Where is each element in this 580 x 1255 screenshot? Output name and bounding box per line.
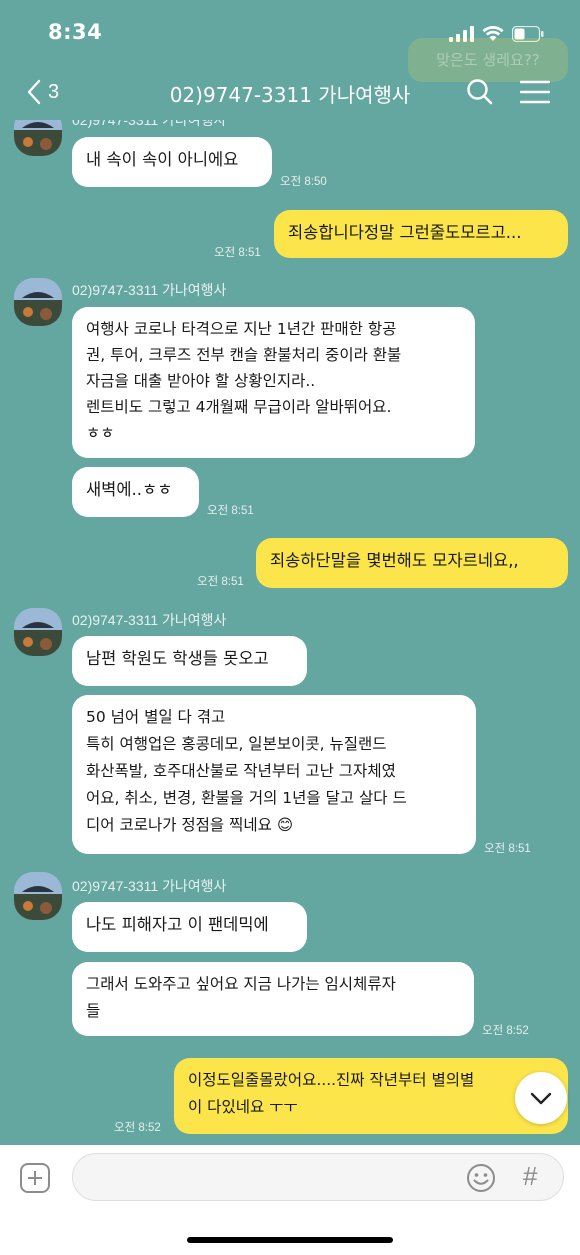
avatar-image <box>14 120 62 156</box>
message-input[interactable]: # <box>72 1153 564 1201</box>
message-bubble[interactable]: 50 넘어 별일 다 겪고 특히 여행업은 홍콩데모, 일본보이콧, 뉴질랜드 … <box>72 695 476 854</box>
message-time: 오전 8:52 <box>482 1025 529 1037</box>
message-time: 오전 8:51 <box>214 247 261 259</box>
message-time: 오전 8:51 <box>197 576 244 588</box>
sender-name: 02)9747-3311 가나여행사 <box>72 612 227 628</box>
chat-header: 3 02)9747-3311 가나여행사 <box>0 66 580 120</box>
hashtag-icon[interactable]: # <box>523 1161 537 1192</box>
status-time: 8:34 <box>48 20 103 44</box>
message-bubble[interactable]: 남편 학원도 학생들 못오고 <box>72 636 307 686</box>
message-bubble[interactable]: 새벽에..ㅎㅎ <box>72 467 199 517</box>
message-time: 오전 8:50 <box>280 176 327 188</box>
avatar[interactable] <box>14 608 62 656</box>
avatar[interactable] <box>14 872 62 920</box>
chevron-down-icon <box>530 1092 552 1105</box>
my-message-bubble[interactable]: 이정도일줄몰랐어요....진짜 작년부터 별의별 이 다있네요 ㅜㅜ <box>174 1058 568 1134</box>
my-message-bubble[interactable]: 죄송합니다정말 그런줄도모르고... <box>274 210 568 258</box>
my-message-bubble[interactable]: 죄송하단말을 몇번해도 모자르네요,, <box>256 538 568 588</box>
avatar-image <box>14 278 62 326</box>
message-bubble[interactable]: 나도 피해자고 이 팬데믹에 <box>72 902 307 952</box>
message-bubble[interactable]: 그래서 도와주고 싶어요 지금 나가는 임시체류자 들 <box>72 962 474 1036</box>
avatar[interactable] <box>14 120 62 156</box>
add-attachment-button[interactable] <box>20 1163 50 1193</box>
message-bubble[interactable]: 여행사 코로나 타격으로 지난 1년간 판매한 항공 권, 투어, 크루즈 전부… <box>72 307 475 458</box>
message-time: 오전 8:51 <box>484 843 531 855</box>
sender-name: 02)9747-3311 가나여행사 <box>72 120 227 128</box>
home-indicator <box>187 1237 393 1243</box>
menu-icon[interactable] <box>520 80 550 104</box>
message-time: 오전 8:51 <box>207 505 254 517</box>
avatar-image <box>14 872 62 920</box>
scroll-down-button[interactable] <box>515 1072 567 1124</box>
emoji-icon[interactable] <box>466 1163 496 1193</box>
sender-name: 02)9747-3311 가나여행사 <box>72 878 227 894</box>
avatar-image <box>14 608 62 656</box>
sender-name: 02)9747-3311 가나여행사 <box>72 282 227 298</box>
chat-list[interactable]: 02)9747-3311 가나여행사 내 속이 속이 아니에요 오전 8:50 … <box>0 120 580 1145</box>
avatar[interactable] <box>14 278 62 326</box>
message-bubble[interactable]: 내 속이 속이 아니에요 <box>72 137 272 187</box>
message-time: 오전 8:52 <box>114 1122 161 1134</box>
search-icon[interactable] <box>466 78 494 106</box>
